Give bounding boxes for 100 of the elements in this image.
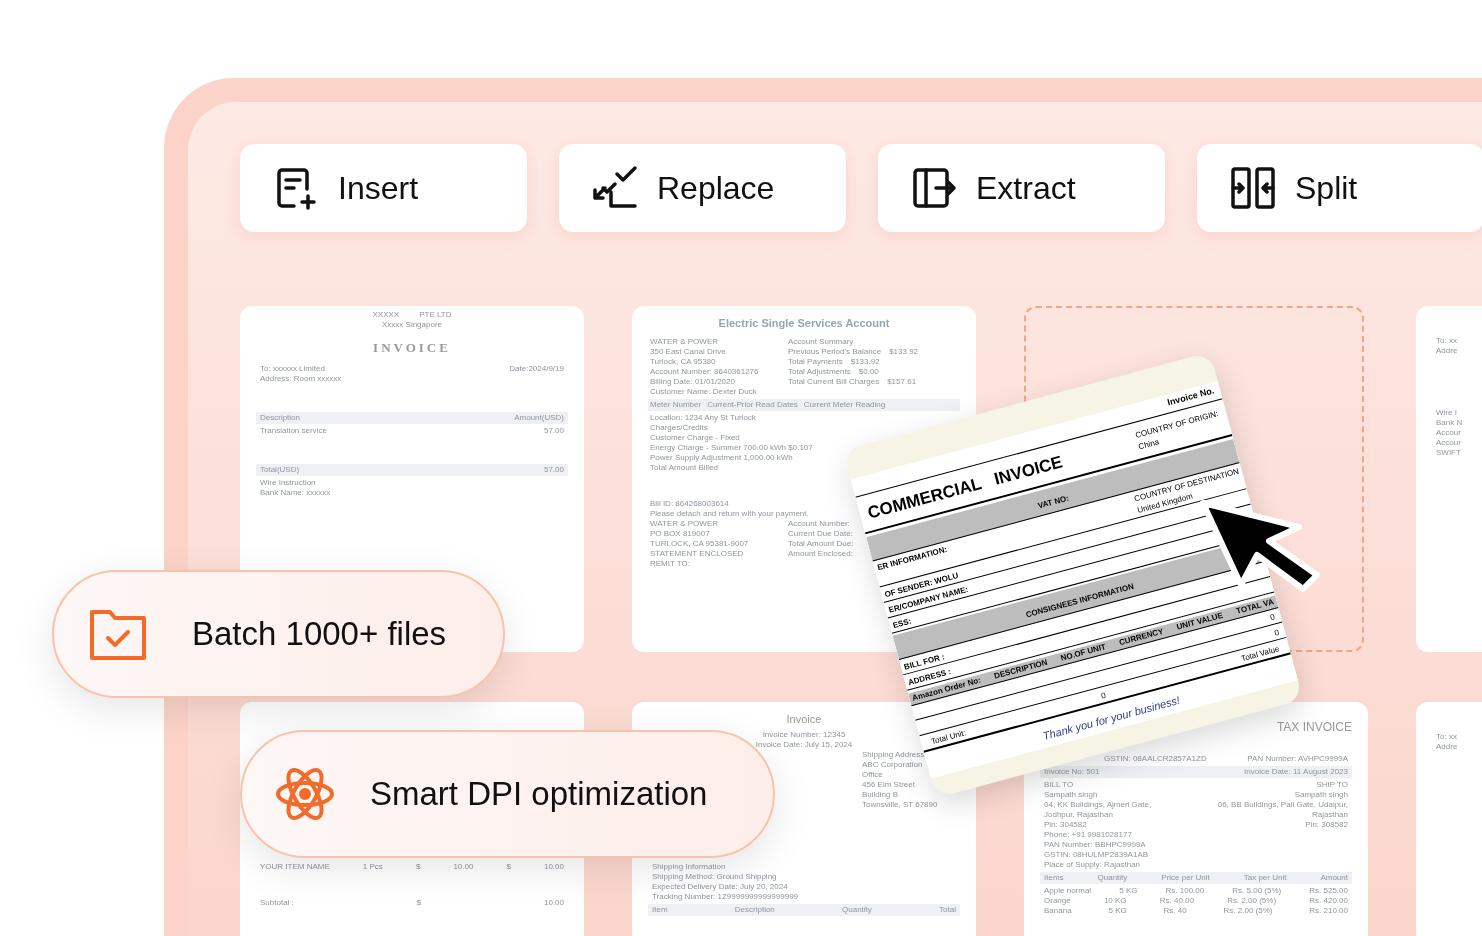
tool-button[interactable]: Extract [878,144,1165,232]
document-text: Date:2024/9/19 [509,364,564,374]
table-header-cell: Meter Number [650,400,702,410]
document-text: Please detach and return with your payment. [650,509,809,519]
table-header-cell: Quantity [1097,873,1128,883]
document-text: Amount Enclosed: [788,549,853,559]
document-text: Rs. 2.00 (5%) [1227,896,1277,906]
document-text: 10.00 [453,862,474,872]
document-text: SWIFT [1436,448,1461,458]
table-header-cell: Quantity [842,905,872,915]
document-text: Orange [1044,896,1071,906]
document-text: 5 KG [1108,906,1127,916]
document-text: 57.00 [543,426,564,436]
table-header-cell: Total [939,905,956,915]
document-text: PTE.LTD [419,310,452,320]
invoice-text: ESS: [891,615,913,632]
document-text: $ [416,898,422,908]
invoice-text: VAT NO: [1036,493,1070,511]
tool-button[interactable]: Insert [240,144,527,232]
document-text: REMIT TO: [650,559,691,569]
document-text: Wire Instruction [260,478,316,488]
document-text: To: xxxxxx Limited [260,364,325,374]
document-text: Townsville, ST 67890 [862,800,938,810]
document-text: Previous Period's Balance [788,347,882,357]
document-text: To: xx [1436,336,1457,346]
table-header-cell: Items [1044,873,1064,883]
document-text: 10.00 [543,862,564,872]
table-header-cell: Price per Unit [1161,873,1210,883]
table-header-cell: Description [260,413,300,423]
invoice-text: Invoice No. [1166,384,1216,410]
document-text: Rs. 2.00 (5%) [1223,906,1273,916]
document-text: PAN Number: BBHPC9999A [1044,840,1146,850]
split-icon [1229,164,1277,212]
document-text: Sampath singh [1294,790,1348,800]
invoice-text: Total Value [1239,643,1281,665]
table-header-cell: Total(USD) [260,465,300,475]
document-text: Subtotal : [260,898,294,908]
document-text: $ [415,862,421,872]
document-text: Building B [862,790,899,800]
document-text: Total Amount Billed [650,463,720,473]
document-text: 5 KG [1119,886,1138,896]
document-text: Total Adjustments [788,367,851,377]
document-text: Rs. 420.00 [1309,896,1348,906]
document-text: Addre [1436,742,1458,752]
document-text: Wire I [1436,408,1457,418]
document-text: To: xx [1436,732,1457,742]
document-text: Addre [1436,346,1458,356]
document-title: Electric Single Services Account [718,317,890,329]
table-header-cell: NO.OF UNIT [1059,640,1108,665]
document-text: 04, KK Buildings, Ajmeri Gate, Jodhpur, Rajasthan [1044,800,1153,820]
document-text: Total Payments [788,357,843,367]
document-text: XXXXX [372,310,400,320]
document-title: TAX INVOICE [1276,720,1352,734]
document-title: INVOICE [373,340,451,355]
table-header-cell: Amount(USD) [514,413,564,423]
document-text: 06, BB Buildings, Pali Gate, Udaipur, Rajasthan [1216,800,1348,820]
document-text: Customer Name: Dexter Duck [650,387,758,397]
document-text: Rs. 100.00 [1165,886,1205,896]
document-text: Energy Charge - Summer 700.00 kWh $0.107 [650,443,813,453]
document-text: Account Number: 8640361276 [650,367,760,377]
document-text: Accour [1436,438,1461,448]
document-text: 10 KG [1103,896,1127,906]
invoice-text: 0 [1099,689,1108,703]
document-text: GSTIN: 08HULMP2839A1AB [1044,850,1149,860]
invoice-text: Total Unit: [929,727,968,748]
table-header-cell: Current-Prior Read Dates [707,400,798,410]
document-text: Power Supply Adjustment 1,000.00 kWh [650,453,793,463]
table-header-cell: Item [652,905,668,915]
document-text: Rs. 525.00 [1309,886,1348,896]
table-header-cell: Current Meter Reading [803,400,886,410]
document-text: Customer Charge - Fixed [650,433,741,443]
table-header-cell: Invoice No: 501 [1044,767,1100,777]
tool-button[interactable]: Replace [559,144,846,232]
document-text: Charges/Credits [650,423,709,433]
invoice-text: 0 [1269,611,1277,625]
tool-button[interactable]: Split [1197,144,1482,232]
document-text: Phone: +91 9981028177 [1044,830,1132,840]
document-text: Account Number: [788,519,850,529]
invoice-text: 0 [1273,626,1281,640]
document-text: Bill ID: 864268003614 [650,499,730,509]
document-text: Current Due Date: [788,529,853,539]
document-text: Sampath singh [1044,790,1098,800]
document-text: 10.00 [543,898,564,908]
document-text: Billing Date: 01/01/2020 [650,377,736,387]
table-header-cell: Invoice Date: 11 August 2023 [1244,767,1348,777]
badge-label: Smart DPI optimization [370,774,708,815]
document-text: Turlock, CA 95380 [650,357,717,367]
document-text: Pin: 308582 [1305,820,1348,830]
document-text: 350 East Canal Drive [650,347,727,357]
document-text: Bank N [1436,418,1463,428]
document-text: WATER & POWER [650,519,719,529]
document-text: ABC Corporation [862,760,923,770]
document-text: Rs. 5.00 (5%) [1232,886,1282,896]
document-text: $133.92 [889,347,919,357]
document-text: Total Amount Due: [788,539,854,549]
document-text: BILL TO [1044,780,1074,790]
document-text: Shipping Address [862,750,925,760]
document-text: Banana [1044,906,1072,916]
document-text: Pin: 304582 [1044,820,1087,830]
document-text: $0.00 [858,367,879,377]
